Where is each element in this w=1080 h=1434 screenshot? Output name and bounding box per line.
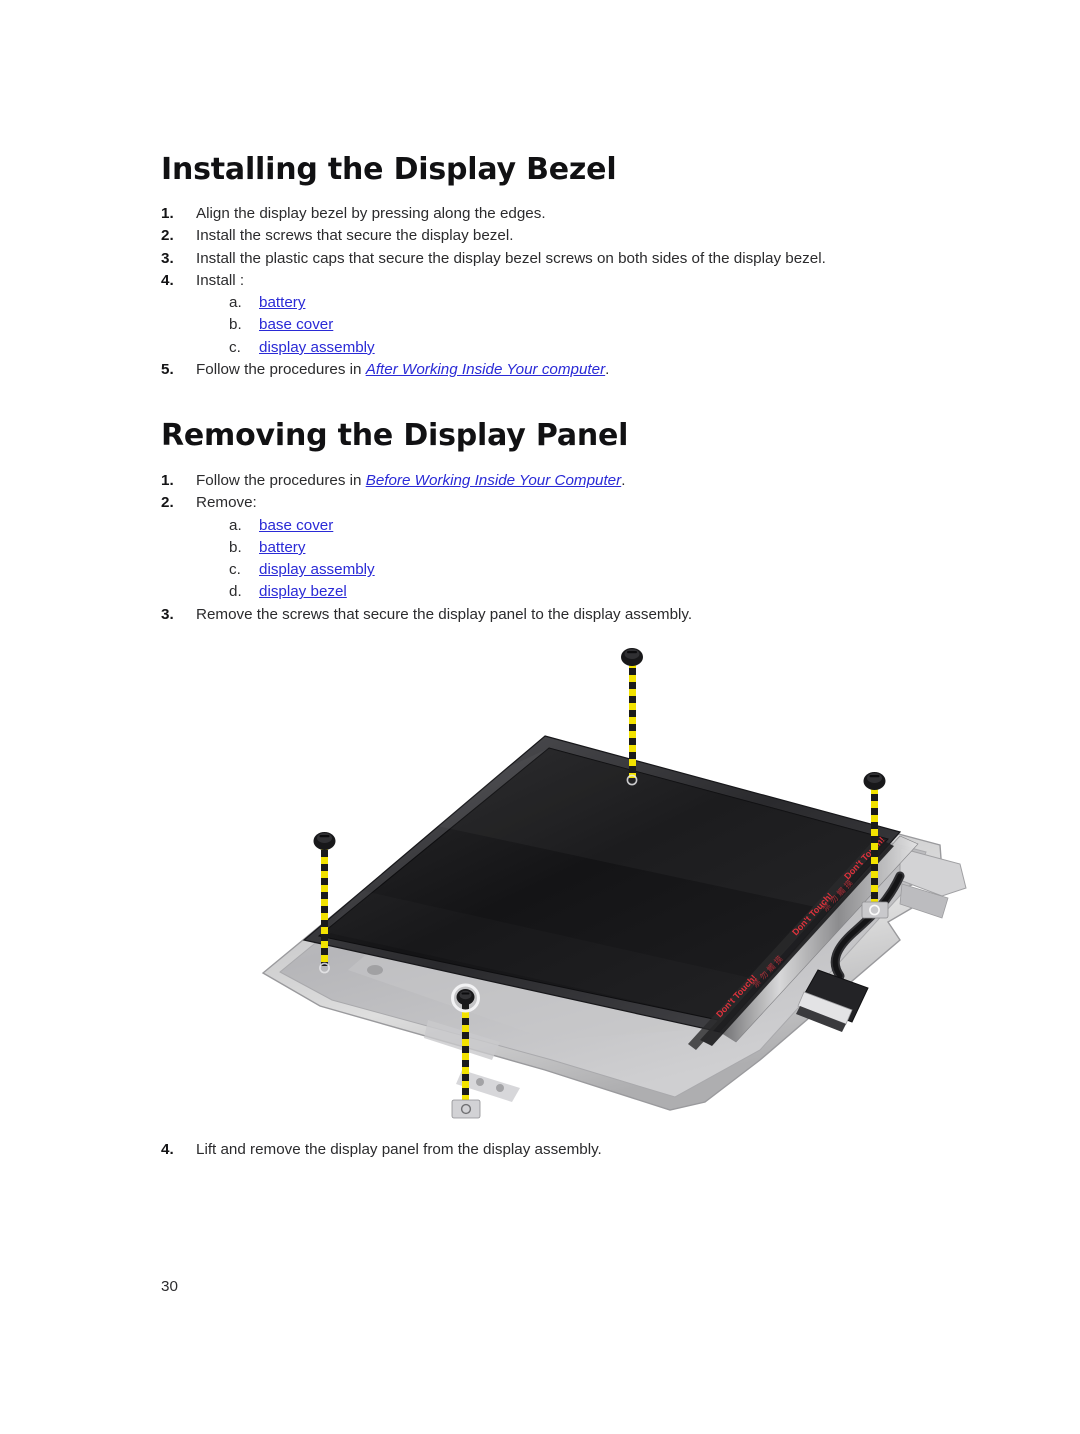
- sub-list-item: c. display assembly: [196, 337, 951, 359]
- link-battery[interactable]: battery: [259, 539, 305, 556]
- step-text: Install the screws that secure the displ…: [196, 227, 514, 245]
- step-text-suffix: .: [605, 361, 610, 379]
- steps-list-installing: 1. Align the display bezel by pressing a…: [161, 203, 951, 381]
- step-number: 4.: [161, 1141, 174, 1158]
- step-item: 5. Follow the procedures in After Workin…: [161, 359, 951, 381]
- sub-letter: c.: [229, 338, 241, 356]
- screw-head-icon: [863, 772, 886, 790]
- step-item: 3. Install the plastic caps that secure …: [161, 248, 951, 270]
- sub-list: a. base cover b. battery c. display asse…: [196, 515, 951, 604]
- step-text-prefix: Follow the procedures in: [196, 361, 366, 379]
- sub-list-item: b. battery: [196, 537, 951, 559]
- step-text: Align the display bezel by pressing alon…: [196, 205, 546, 222]
- step-number: 3.: [161, 249, 174, 267]
- link-before-working-inside-your-computer[interactable]: Before Working Inside Your Computer: [366, 472, 622, 489]
- step-text: Install the plastic caps that secure the…: [196, 249, 826, 267]
- step-text-suffix: .: [621, 472, 626, 489]
- step-number: 1.: [161, 205, 174, 222]
- step-number: 3.: [161, 605, 174, 623]
- page-number: 30: [161, 1278, 178, 1295]
- step-item: 3. Remove the screws that secure the dis…: [161, 604, 951, 626]
- step-item: 2. Install the screws that secure the di…: [161, 225, 951, 247]
- link-display-assembly[interactable]: display assembly: [259, 561, 375, 578]
- screw-head-icon: [313, 832, 336, 850]
- screw-head-icon: [621, 648, 643, 666]
- sub-letter: c.: [229, 561, 241, 579]
- steps-list-removing: 1. Follow the procedures in Before Worki…: [161, 470, 951, 626]
- step-text: Remove:: [196, 494, 257, 512]
- step-item: 4. Lift and remove the display panel fro…: [161, 1139, 951, 1161]
- sub-list-item: c. display assembly: [196, 559, 951, 581]
- step-item: 1. Follow the procedures in Before Worki…: [161, 470, 951, 492]
- step-item: 2. Remove: a. base cover b. battery c. d…: [161, 492, 951, 603]
- step-number: 2.: [161, 227, 174, 245]
- sub-list-item: a. battery: [196, 292, 951, 314]
- link-base-cover[interactable]: base cover: [259, 316, 333, 333]
- step-text: Install :: [196, 271, 245, 289]
- link-battery[interactable]: battery: [259, 294, 305, 311]
- sub-letter: d.: [229, 583, 242, 601]
- step-text-prefix: Follow the procedures in: [196, 472, 366, 489]
- figure-display-panel-removal: Don't Touch! Don't Touch! Don't Touch! 禁…: [200, 640, 970, 1130]
- sub-letter: b.: [229, 538, 242, 556]
- sub-letter: a.: [229, 294, 242, 312]
- step-number: 5.: [161, 361, 174, 379]
- link-after-working-inside-your-computer[interactable]: After Working Inside Your computer: [366, 361, 605, 378]
- step-number: 4.: [161, 271, 174, 289]
- sub-list: a. battery b. base cover c. display asse…: [196, 292, 951, 359]
- step-number: 2.: [161, 494, 174, 512]
- page-title-installing-display-bezel: Installing the Display Bezel: [161, 152, 617, 187]
- sub-list-item: d. display bezel: [196, 581, 951, 603]
- step-item: 4. Install : a. battery b. base cover c.…: [161, 270, 951, 359]
- step-number: 1.: [161, 472, 174, 489]
- link-display-assembly[interactable]: display assembly: [259, 339, 375, 356]
- page-title-removing-display-panel: Removing the Display Panel: [161, 418, 629, 453]
- sub-list-item: b. base cover: [196, 314, 951, 336]
- step-text: Lift and remove the display panel from t…: [196, 1141, 602, 1158]
- steps-list-removing-after-figure: 4. Lift and remove the display panel fro…: [161, 1139, 951, 1161]
- step-text: Remove the screws that secure the displa…: [196, 605, 693, 623]
- link-base-cover[interactable]: base cover: [259, 517, 333, 534]
- sub-letter: b.: [229, 316, 242, 334]
- step-item: 1. Align the display bezel by pressing a…: [161, 203, 951, 225]
- sub-letter: a.: [229, 516, 242, 534]
- document-page: Installing the Display Bezel 1. Align th…: [0, 0, 1080, 1434]
- link-display-bezel[interactable]: display bezel: [259, 583, 347, 600]
- sub-list-item: a. base cover: [196, 515, 951, 537]
